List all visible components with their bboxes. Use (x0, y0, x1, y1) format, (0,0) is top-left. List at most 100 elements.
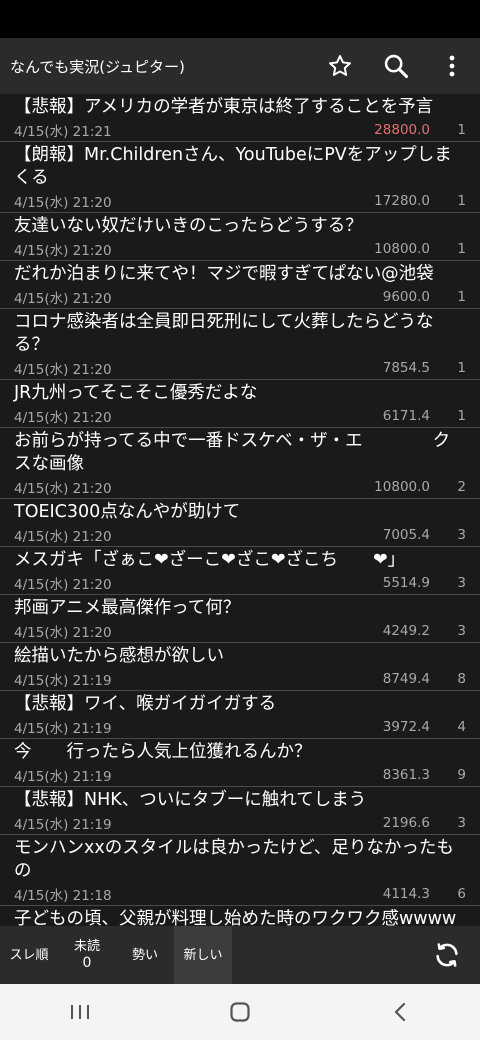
thread-meta: 4/15(水) 21:20 10800.0 1 (14, 238, 466, 260)
thread-row[interactable]: お前らが持ってる中で一番ドスケベ・ザ・エ クスな画像 4/15(水) 21:20 1… (0, 428, 480, 499)
thread-meta: 4/15(水) 21:20 7005.4 3 (14, 524, 466, 546)
thread-row[interactable]: 【悲報】NHK、ついにタブーに触れてしまう 4/15(水) 21:19 2196.6… (0, 787, 480, 835)
star-icon[interactable] (312, 38, 368, 94)
thread-momentum: 10800.0 (374, 479, 430, 495)
home-icon[interactable] (210, 992, 270, 1032)
thread-title: メスガキ「ざぁこ❤ざーこ❤ざこ❤ざこち ❤」 (14, 550, 406, 570)
thread-res-count: 9 (457, 767, 466, 783)
back-icon[interactable] (370, 992, 430, 1032)
thread-date: 4/15(水) 21:20 (14, 577, 112, 593)
thread-meta: 4/15(水) 21:20 6171.4 1 (14, 405, 466, 427)
thread-row[interactable]: 友達いない奴だけいきのこったらどうする？ 4/15(水) 21:20 10800.0… (0, 213, 480, 261)
more-vert-icon[interactable] (424, 38, 480, 94)
thread-res-count: 2 (457, 479, 466, 495)
thread-date: 4/15(水) 21:20 (14, 243, 112, 259)
thread-momentum: 3972.4 (382, 719, 430, 735)
thread-res-count: 1 (457, 122, 466, 138)
tab-label: スレ順 (9, 947, 49, 963)
refresh-icon[interactable] (424, 932, 470, 978)
thread-momentum: 4114.3 (382, 886, 430, 902)
thread-title: 今 行ったら人気上位獲れるんか？ (14, 742, 312, 762)
thread-list: 【悲報】アメリカの学者が東京は終了することを予言 4/15(水) 21:21 288… (0, 94, 480, 926)
tab-label: 勢い (131, 947, 158, 963)
thread-row[interactable]: 【朗報】Mr.Childrenさん、YouTubeにPVをアップしまくる 4/15… (0, 142, 480, 213)
tab-unread[interactable]: 未読 0 (58, 926, 116, 984)
thread-momentum: 7854.5 (382, 360, 430, 376)
thread-date: 4/15(水) 21:20 (14, 625, 112, 641)
thread-date: 4/15(水) 21:20 (14, 291, 112, 307)
thread-date: 4/15(水) 21:19 (14, 769, 112, 785)
thread-row[interactable]: メスガキ「ざぁこ❤ざーこ❤ざこ❤ざこち ❤」 4/15(水) 21:20 5514.… (0, 547, 480, 595)
thread-momentum: 6171.4 (382, 408, 430, 424)
thread-date: 4/15(水) 21:20 (14, 481, 112, 497)
thread-date: 4/15(水) 21:19 (14, 721, 112, 737)
thread-res-count: 6 (457, 886, 466, 902)
thread-res-count: 4 (457, 719, 466, 735)
thread-momentum: 9600.0 (382, 289, 430, 305)
thread-title: 邦画アニメ最高傑作って何？ (14, 598, 241, 618)
thread-title: 友達いない奴だけいきのこったらどうする？ (14, 216, 363, 236)
thread-row[interactable]: 【悲報】アメリカの学者が東京は終了することを予言 4/15(水) 21:21 288… (0, 94, 480, 142)
thread-momentum: 2196.6 (382, 815, 430, 831)
tab-sort-order[interactable]: スレ順 (0, 926, 58, 984)
thread-row[interactable]: 今 行ったら人気上位獲れるんか？ 4/15(水) 21:19 8361.3 9 (0, 739, 480, 787)
thread-meta: 4/15(水) 21:20 9600.0 1 (14, 286, 466, 308)
thread-row[interactable]: 【悲報】ワイ、喉ガイガイガする 4/15(水) 21:19 3972.4 4 (0, 691, 480, 739)
thread-momentum: 5514.9 (382, 575, 430, 591)
thread-row[interactable]: JR九州ってそこそこ優秀だよな 4/15(水) 21:20 6171.4 1 (0, 380, 480, 428)
thread-momentum: 8361.3 (382, 767, 430, 783)
thread-date: 4/15(水) 21:19 (14, 673, 112, 689)
thread-meta: 4/15(水) 21:20 7854.5 1 (14, 357, 466, 379)
thread-meta: 4/15(水) 21:19 8361.3 9 (14, 764, 466, 786)
thread-momentum: 28800.0 (374, 122, 430, 138)
thread-res-count: 1 (457, 193, 466, 209)
thread-meta: 4/15(水) 21:19 2196.6 3 (14, 812, 466, 834)
thread-meta: 4/15(水) 21:19 8749.4 8 (14, 668, 466, 690)
thread-momentum: 4249.2 (382, 623, 430, 639)
unread-count: 0 (82, 955, 92, 971)
thread-res-count: 1 (457, 360, 466, 376)
thread-date: 4/15(水) 21:20 (14, 195, 112, 211)
thread-title: 絵描いたから感想が欲しい (14, 646, 224, 666)
thread-title: コロナ感染者は全員即日死刑にして火葬したらどうなる？ (14, 312, 434, 355)
thread-row[interactable]: 絵描いたから感想が欲しい 4/15(水) 21:19 8749.4 8 (0, 643, 480, 691)
thread-momentum: 17280.0 (374, 193, 430, 209)
thread-date: 4/15(水) 21:19 (14, 817, 112, 833)
thread-date: 4/15(水) 21:18 (14, 888, 112, 904)
thread-title: 【朗報】Mr.Childrenさん、YouTubeにPVをアップしまくる (14, 145, 452, 188)
thread-row[interactable]: だれか泊まりに来てや！マジで暇すぎてぱない@池袋 4/15(水) 21:20 960… (0, 261, 480, 309)
thread-row[interactable]: コロナ感染者は全員即日死刑にして火葬したらどうなる？ 4/15(水) 21:20 7… (0, 309, 480, 380)
thread-date: 4/15(水) 21:20 (14, 410, 112, 426)
thread-row[interactable]: TOEIC300点なんやが助けて 4/15(水) 21:20 7005.4 3 (0, 499, 480, 547)
thread-momentum: 10800.0 (374, 241, 430, 257)
thread-date: 4/15(水) 21:20 (14, 529, 112, 545)
thread-title: モンハンxxのスタイルは良かったけど、足りなかったもの (14, 838, 454, 881)
app-bar: なんでも実況(ジュピター) (0, 38, 480, 94)
tab-newest[interactable]: 新しい (174, 926, 232, 984)
thread-res-count: 3 (457, 527, 466, 543)
thread-row[interactable]: 邦画アニメ最高傑作って何？ 4/15(水) 21:20 4249.2 3 (0, 595, 480, 643)
thread-res-count: 8 (457, 671, 466, 687)
thread-res-count: 3 (457, 815, 466, 831)
recent-apps-icon[interactable] (50, 992, 110, 1032)
thread-meta: 4/15(水) 21:21 28800.0 1 (14, 119, 466, 141)
tab-label: 新しい (183, 947, 223, 963)
thread-title: だれか泊まりに来てや！マジで暇すぎてぱない@池袋 (14, 264, 434, 284)
thread-date: 4/15(水) 21:21 (14, 124, 112, 140)
bottom-tab-bar: スレ順 未読 0 勢い 新しい (0, 926, 480, 984)
thread-title: お前らが持ってる中で一番ドスケベ・ザ・エ クスな画像 (14, 431, 451, 474)
thread-meta: 4/15(水) 21:19 3972.4 4 (14, 716, 466, 738)
thread-res-count: 1 (457, 408, 466, 424)
thread-row[interactable]: 子どもの頃、父親が料理し始めた時のワクワク感wwwwwwwwww (0, 906, 480, 926)
search-icon[interactable] (368, 38, 424, 94)
thread-date: 4/15(水) 21:20 (14, 362, 112, 378)
thread-row[interactable]: モンハンxxのスタイルは良かったけど、足りなかったもの 4/15(水) 21:18… (0, 835, 480, 906)
thread-title: 【悲報】NHK、ついにタブーに触れてしまう (14, 790, 367, 810)
thread-meta: 4/15(水) 21:18 4114.3 6 (14, 883, 466, 905)
thread-meta: 4/15(水) 21:20 5514.9 3 (14, 572, 466, 594)
thread-res-count: 1 (457, 289, 466, 305)
tab-label: 未読 (73, 939, 100, 954)
thread-res-count: 3 (457, 623, 466, 639)
thread-res-count: 3 (457, 575, 466, 591)
tab-momentum[interactable]: 勢い (116, 926, 174, 984)
